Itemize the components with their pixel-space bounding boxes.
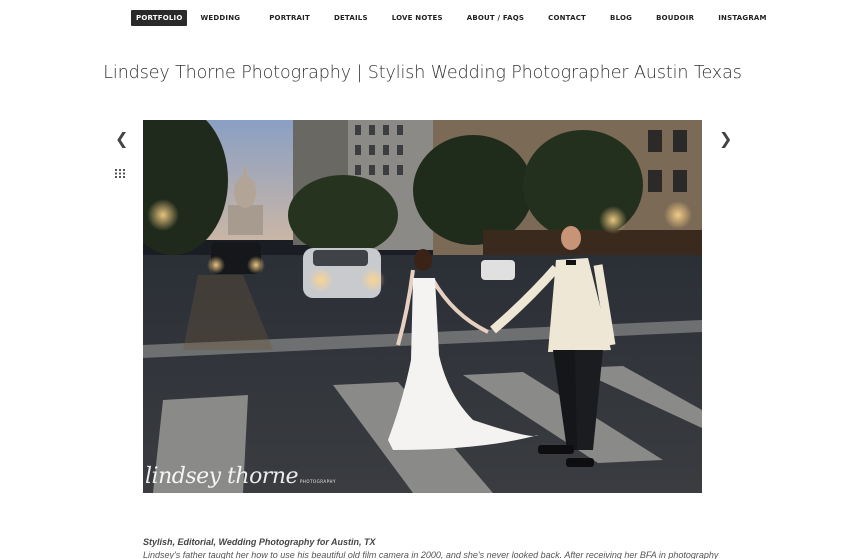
caption-title: Stylish, Editorial, Wedding Photography … [143, 537, 376, 547]
nav-instagram[interactable]: INSTAGRAM [713, 10, 771, 26]
nav-blog[interactable]: BLOG [605, 10, 637, 26]
photographer-watermark: lindsey thorne PHOTOGRAPHY [145, 464, 336, 489]
grid-icon[interactable] [115, 169, 125, 178]
nav-contact[interactable]: CONTACT [543, 10, 591, 26]
gallery-photo[interactable]: lindsey thorne PHOTOGRAPHY [143, 120, 702, 493]
chevron-right-icon[interactable]: ❯ [719, 130, 732, 148]
page-title: Lindsey Thorne Photography | Stylish Wed… [103, 63, 742, 83]
main-nav: PORTFOLIO WEDDING PORTRAIT DETAILS LOVE … [131, 10, 772, 26]
chevron-left-icon[interactable]: ❮ [115, 130, 128, 148]
nav-boudoir[interactable]: BOUDOIR [651, 10, 699, 26]
nav-details[interactable]: DETAILS [329, 10, 373, 26]
caption-body: Lindsey's father taught her how to use h… [143, 550, 719, 559]
wedding-couple-photo [143, 120, 702, 493]
watermark-text: lindsey thorne [145, 464, 299, 489]
nav-love-notes[interactable]: LOVE NOTES [387, 10, 448, 26]
nav-portfolio[interactable]: PORTFOLIO [131, 10, 188, 26]
nav-wedding[interactable]: WEDDING [195, 10, 245, 26]
nav-portrait[interactable]: PORTRAIT [264, 10, 315, 26]
nav-about-faqs[interactable]: ABOUT / FAQS [462, 10, 529, 26]
watermark-subtext: PHOTOGRAPHY [300, 479, 336, 484]
